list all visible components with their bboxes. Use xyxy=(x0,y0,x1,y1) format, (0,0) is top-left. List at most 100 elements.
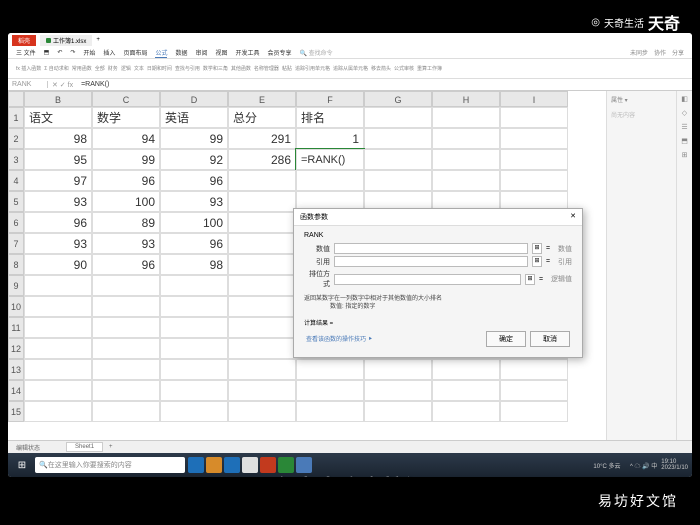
close-icon[interactable]: ✕ xyxy=(570,212,576,222)
cell[interactable] xyxy=(228,233,296,254)
toolbar-item[interactable]: 公式审核 xyxy=(394,65,414,72)
cell[interactable] xyxy=(92,338,160,359)
row-header[interactable]: 11 xyxy=(8,317,24,338)
formula-input[interactable]: =RANK() xyxy=(77,81,692,88)
cell[interactable]: 94 xyxy=(92,128,160,149)
cell[interactable] xyxy=(364,359,432,380)
column-header[interactable]: E xyxy=(228,91,296,107)
column-header[interactable]: C xyxy=(92,91,160,107)
menu-item[interactable]: 审阅 xyxy=(195,48,207,57)
cell[interactable] xyxy=(228,212,296,233)
toolbar-item[interactable]: 全部 xyxy=(95,65,105,72)
toolbar-item[interactable]: 日期和时间 xyxy=(147,65,172,72)
cell[interactable] xyxy=(432,149,500,170)
range-picker-icon[interactable]: ⊞ xyxy=(532,243,542,254)
cell[interactable] xyxy=(228,170,296,191)
cell[interactable] xyxy=(160,296,228,317)
cell[interactable] xyxy=(24,296,92,317)
taskbar-app-icon[interactable] xyxy=(242,457,258,473)
cell[interactable] xyxy=(296,359,364,380)
menu-item[interactable]: 数据 xyxy=(175,48,187,57)
cell[interactable] xyxy=(296,380,364,401)
cell[interactable] xyxy=(228,191,296,212)
cell[interactable] xyxy=(500,380,568,401)
cell[interactable] xyxy=(24,275,92,296)
toolbar-item[interactable]: 粘贴 xyxy=(282,65,292,72)
column-header[interactable]: H xyxy=(432,91,500,107)
taskbar-app-icon[interactable] xyxy=(206,457,222,473)
menu-right-item[interactable]: 分享 xyxy=(672,48,684,57)
column-header[interactable]: F xyxy=(296,91,364,107)
cell[interactable] xyxy=(500,359,568,380)
toolbar-item[interactable]: 重算工作簿 xyxy=(417,65,442,72)
menu-item[interactable]: 开始 xyxy=(83,48,95,57)
cancel-button[interactable]: 取消 xyxy=(530,331,570,347)
taskbar-search[interactable]: 🔍 在这里输入你要搜索的内容 xyxy=(35,457,185,473)
cell[interactable] xyxy=(92,401,160,422)
cell[interactable] xyxy=(432,401,500,422)
toolbar-item[interactable]: 文本 xyxy=(134,65,144,72)
menu-item[interactable]: 插入 xyxy=(103,48,115,57)
cell[interactable]: 93 xyxy=(160,191,228,212)
cell[interactable] xyxy=(228,401,296,422)
menu-item[interactable]: 会员专享 xyxy=(268,48,292,57)
arg-input[interactable] xyxy=(334,274,521,285)
cell[interactable] xyxy=(364,128,432,149)
tab-shell[interactable]: 稻壳 xyxy=(12,35,36,46)
tab-document[interactable]: 工作簿1.xlsx xyxy=(40,35,92,46)
toolbar-item[interactable]: 财务 xyxy=(108,65,118,72)
formula-icons[interactable]: ✕ ✓ fx xyxy=(48,81,77,89)
cell[interactable] xyxy=(24,380,92,401)
cell[interactable] xyxy=(24,359,92,380)
cell[interactable]: 语文 xyxy=(24,107,92,128)
sidebar-icon[interactable]: ⬒ xyxy=(681,137,688,145)
toolbar-item[interactable]: 逻辑 xyxy=(121,65,131,72)
cell[interactable] xyxy=(24,317,92,338)
cell[interactable]: 93 xyxy=(92,233,160,254)
ok-button[interactable]: 确定 xyxy=(486,331,526,347)
name-box[interactable]: RANK xyxy=(8,81,48,88)
cell[interactable] xyxy=(432,107,500,128)
menu-item[interactable]: ↶ xyxy=(57,49,62,56)
cell[interactable] xyxy=(228,275,296,296)
row-header[interactable]: 10 xyxy=(8,296,24,317)
add-sheet-button[interactable]: + xyxy=(109,444,113,450)
cell[interactable]: 90 xyxy=(24,254,92,275)
cell[interactable] xyxy=(364,401,432,422)
toolbar-item[interactable]: fx 插入函数 xyxy=(16,65,41,72)
cell[interactable]: 98 xyxy=(160,254,228,275)
menu-item[interactable]: ↷ xyxy=(70,49,75,56)
cell[interactable]: 99 xyxy=(92,149,160,170)
cell[interactable] xyxy=(24,401,92,422)
cell[interactable]: 排名 xyxy=(296,107,364,128)
cell[interactable] xyxy=(228,380,296,401)
row-header[interactable]: 12 xyxy=(8,338,24,359)
cell[interactable]: 96 xyxy=(160,233,228,254)
toolbar-item[interactable]: 查找与引用 xyxy=(175,65,200,72)
sidebar-icon[interactable]: ☰ xyxy=(681,123,687,131)
cell[interactable]: 286 xyxy=(228,149,296,170)
toolbar-item[interactable]: 其他函数 xyxy=(231,65,251,72)
cell[interactable] xyxy=(364,149,432,170)
sidebar-icon[interactable]: ◇ xyxy=(682,109,687,117)
cell[interactable] xyxy=(500,170,568,191)
toolbar-item[interactable]: 追踪从属单元格 xyxy=(333,65,368,72)
cell[interactable] xyxy=(432,128,500,149)
row-header[interactable]: 8 xyxy=(8,254,24,275)
cell[interactable]: 97 xyxy=(24,170,92,191)
row-header[interactable]: 4 xyxy=(8,170,24,191)
cell[interactable]: 99 xyxy=(160,128,228,149)
arg-input[interactable] xyxy=(334,256,528,267)
column-header[interactable]: B xyxy=(24,91,92,107)
column-header[interactable]: I xyxy=(500,91,568,107)
cell[interactable] xyxy=(432,359,500,380)
cell[interactable]: 93 xyxy=(24,233,92,254)
cell[interactable]: 100 xyxy=(160,212,228,233)
cell[interactable] xyxy=(160,338,228,359)
menu-item[interactable]: 视图 xyxy=(216,48,228,57)
cell[interactable] xyxy=(228,254,296,275)
cell[interactable] xyxy=(228,317,296,338)
taskbar-app-icon[interactable] xyxy=(224,457,240,473)
column-header[interactable]: D xyxy=(160,91,228,107)
row-header[interactable]: 1 xyxy=(8,107,24,128)
